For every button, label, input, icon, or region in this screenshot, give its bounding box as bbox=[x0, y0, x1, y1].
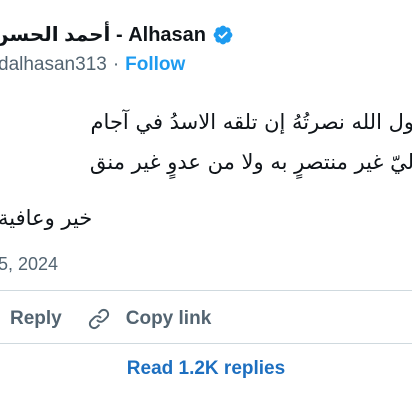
tweet-actions: Reply Copy link bbox=[0, 306, 211, 332]
author-name[interactable]: Alhasan - أحمد الحسن bbox=[0, 22, 206, 47]
divider bbox=[0, 343, 412, 344]
verified-badge-icon bbox=[212, 24, 234, 46]
tweet-text-line: ليّ غير منتصرٍ به ولا من عدوٍ غير منق bbox=[89, 150, 412, 174]
tweet-date[interactable]: 5, 2024 bbox=[0, 254, 58, 275]
copy-link-button[interactable]: Copy link bbox=[86, 306, 212, 332]
separator-dot: · bbox=[112, 54, 120, 75]
read-replies-button[interactable]: Read 1.2K replies bbox=[0, 358, 412, 380]
link-icon bbox=[86, 306, 112, 332]
follow-button[interactable]: Follow bbox=[125, 54, 185, 76]
tweet-text-line: خير وعافية bbox=[0, 206, 93, 230]
divider bbox=[0, 290, 412, 291]
tweet-text-line: ول الله نصرتُهُ إن تلقه الاسدُ في آجام bbox=[90, 110, 412, 134]
author-handle-row: dalhasan313 · Follow bbox=[0, 54, 185, 76]
author-name-row: Alhasan - أحمد الحسن bbox=[0, 22, 234, 47]
copy-link-label: Copy link bbox=[125, 308, 212, 329]
reply-label: Reply bbox=[10, 308, 62, 329]
author-handle[interactable]: dalhasan313 bbox=[0, 54, 107, 76]
reply-button[interactable]: Reply bbox=[0, 308, 62, 330]
